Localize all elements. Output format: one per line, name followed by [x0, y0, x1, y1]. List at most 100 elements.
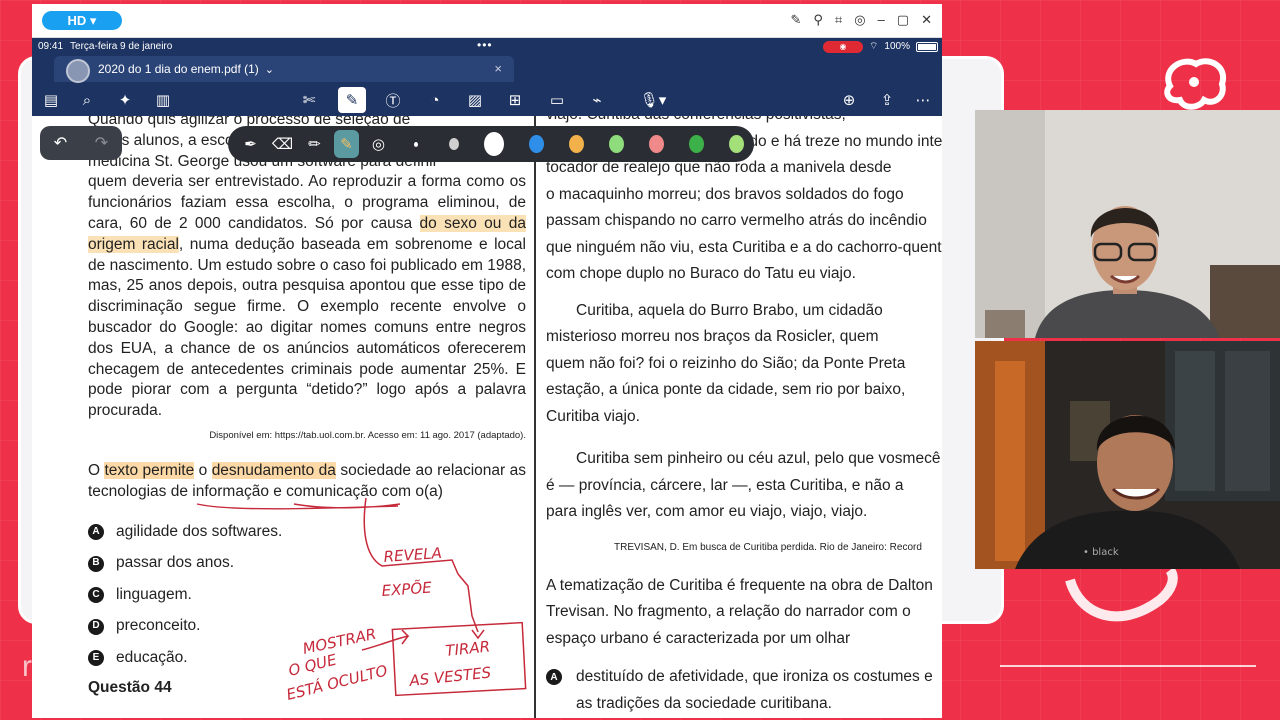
text-line: o macaquinho morreu; dos bravos soldados…: [546, 185, 904, 203]
color-swatch-green[interactable]: [689, 135, 704, 153]
text-line: Trevisan. No fragmento, a relação do nar…: [546, 603, 911, 620]
option-letter: A: [88, 524, 104, 541]
option-b[interactable]: Bpassar dos anos.: [88, 548, 526, 580]
question-stem: A tematização de Curitiba é frequente na…: [546, 573, 942, 653]
battery-icon: [916, 41, 938, 52]
more-options-icon[interactable]: ⋯: [912, 89, 934, 111]
stroke-size-dot[interactable]: [413, 141, 419, 147]
pen-toolbar: ✒ ⌫ ✏ ✎ ◎: [228, 126, 754, 162]
text-line: com chope duplo no Buraco do Tatu eu via…: [546, 265, 856, 282]
eraser-icon[interactable]: ⌫: [270, 130, 295, 158]
text-line: A tematização de Curitiba é frequente na…: [546, 576, 933, 594]
pencil-icon[interactable]: ✏: [302, 130, 327, 158]
webcam-image-bottom: • black: [975, 341, 1280, 569]
stem-text: O: [88, 461, 105, 479]
chevron-down-icon[interactable]: ⌄: [265, 63, 274, 76]
option-a[interactable]: A destituído de afetividade, que ironiza…: [546, 664, 942, 717]
pen-icon[interactable]: ✎: [790, 12, 801, 28]
undo-icon[interactable]: ↶: [54, 133, 67, 153]
highlighter-icon[interactable]: ✎: [333, 130, 359, 158]
fountain-pen-icon[interactable]: ✒: [238, 130, 263, 158]
svg-text:• black: • black: [1083, 547, 1119, 558]
option-d[interactable]: Dpreconceito.: [88, 611, 526, 643]
options-list: Aagilidade dos softwares. Bpassar dos an…: [88, 516, 526, 674]
option-c[interactable]: Clinguagem.: [88, 579, 526, 611]
add-page-icon[interactable]: ⊕: [838, 89, 860, 111]
left-column: Quando quis agilizar o processo de seleç…: [88, 116, 526, 699]
reference-citation: TREVISAN, D. Em busca de Curitiba perdid…: [614, 541, 922, 553]
pen-tool-icon[interactable]: ✎: [338, 87, 366, 113]
color-swatch-blue[interactable]: [529, 135, 545, 153]
search-icon[interactable]: ⌕: [76, 89, 98, 111]
close-icon[interactable]: ✕: [921, 12, 932, 28]
next-question-label: Questão 44: [88, 678, 172, 696]
option-text: educação.: [116, 648, 188, 666]
multitask-dots-icon[interactable]: •••: [477, 38, 493, 52]
option-letter: A: [546, 669, 562, 685]
recording-indicator-icon: ◉: [823, 40, 864, 53]
color-swatch-grey[interactable]: [449, 138, 460, 150]
elements-icon[interactable]: ⊞: [504, 89, 526, 111]
color-swatch-orange[interactable]: [569, 135, 585, 153]
redo-icon[interactable]: ↷: [95, 133, 108, 153]
app-window: HD ▾ ✎ ⚲ ⌗ ◎ – ▢ ✕ 09:41 Terça-feira 9 d…: [32, 4, 942, 718]
app-logo-icon: [66, 59, 90, 83]
option-e[interactable]: Eeducação.: [88, 642, 526, 674]
webcam-image-top: [975, 110, 1280, 338]
window-controls: ✎ ⚲ ⌗ ◎ – ▢ ✕: [790, 12, 932, 28]
column-divider: [534, 116, 536, 718]
color-swatch-lime[interactable]: [728, 135, 744, 153]
text-box-icon[interactable]: Ⓣ: [382, 89, 404, 111]
lasso-select-icon[interactable]: ◎: [366, 130, 391, 158]
text-line: Curitiba sem pinheiro ou céu azul, pelo …: [576, 450, 941, 467]
shape-icon[interactable]: ◔: [424, 89, 446, 111]
sidebar-icon[interactable]: ▤: [40, 89, 62, 111]
paragraph: Curitiba, aquela do Burro Brabo, um cida…: [546, 298, 942, 431]
crop-icon[interactable]: ⌗: [835, 12, 842, 28]
tab-document[interactable]: 2020 do 1 dia do enem.pdf (1) ⌄ ×: [54, 56, 514, 83]
share-icon[interactable]: ⇪: [876, 89, 898, 111]
battery-percent: 100%: [884, 41, 910, 52]
paragraph: Curitiba sem pinheiro ou céu azul, pelo …: [546, 446, 942, 526]
option-letter: E: [88, 650, 104, 667]
laser-pointer-icon[interactable]: ⌁: [586, 89, 608, 111]
brand-logo-faded-icon: [1065, 567, 1178, 622]
option-letter: D: [88, 618, 104, 635]
text-line: passam chispando no carro vermelho atrás…: [546, 212, 927, 229]
lasso-icon[interactable]: ✄: [298, 89, 320, 111]
maximize-icon[interactable]: ▢: [897, 12, 909, 28]
text-line: Curitiba, aquela do Burro Brabo, um cida…: [576, 301, 883, 319]
text-line: quem não foi? foi o reizinho do Sião; da…: [546, 354, 906, 372]
close-tab-icon[interactable]: ×: [494, 61, 502, 76]
pin-icon[interactable]: ⚲: [813, 12, 823, 28]
text-line: é — província, cárcere, lar —, esta Curi…: [546, 476, 904, 494]
sticky-note-icon[interactable]: ▭: [546, 89, 568, 111]
option-a[interactable]: Aagilidade dos softwares.: [88, 516, 526, 548]
stem-text: o: [194, 461, 212, 479]
source-citation: Disponível em: https://tab.uol.com.br. A…: [209, 429, 526, 441]
text-line: Curitiba viajo.: [546, 407, 640, 425]
background-line: [1000, 665, 1256, 667]
quality-badge[interactable]: HD ▾: [42, 11, 122, 30]
record-icon[interactable]: ◎: [854, 12, 865, 28]
microphone-icon[interactable]: 🎙︎▾: [636, 89, 670, 111]
color-swatch-white[interactable]: [484, 132, 505, 156]
document-icon[interactable]: ▥: [152, 89, 174, 111]
text-line: estação, a única ponte da cidade, sem ri…: [546, 381, 906, 398]
highlighted-text[interactable]: texto permite: [104, 461, 195, 479]
option-letter: C: [88, 587, 104, 604]
highlighted-text[interactable]: desnudamento da: [211, 461, 336, 479]
tab-title: 2020 do 1 dia do enem.pdf (1): [98, 62, 259, 76]
option-text: passar dos anos.: [116, 554, 235, 572]
pdf-document[interactable]: Quando quis agilizar o processo de seleç…: [32, 116, 942, 718]
color-swatch-light-green[interactable]: [609, 135, 625, 153]
ai-sparkle-icon[interactable]: ✦: [114, 89, 136, 111]
option-letter: B: [88, 555, 104, 572]
webcam-feed-top: [975, 110, 1280, 338]
option-text: as tradições da sociedade curitibana.: [576, 694, 832, 712]
image-icon[interactable]: ▨: [464, 89, 486, 111]
text-line: para inglês ver, com amor eu viajo, viaj…: [546, 503, 868, 520]
minimize-icon[interactable]: –: [878, 12, 885, 28]
color-swatch-pink[interactable]: [649, 135, 664, 153]
status-date: Terça-feira 9 de janeiro: [70, 40, 173, 52]
